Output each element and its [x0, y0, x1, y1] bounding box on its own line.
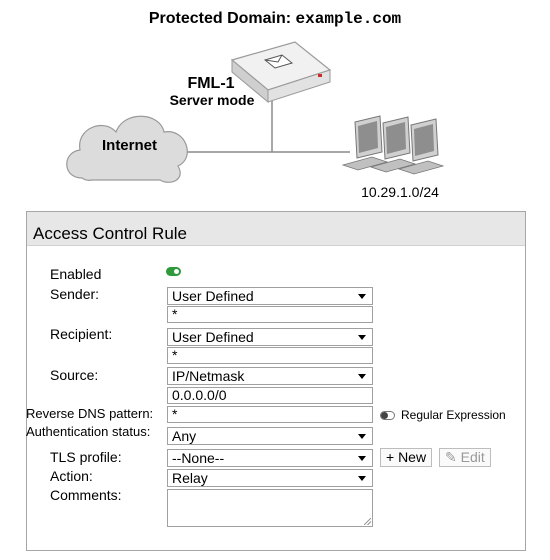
new-tls-button[interactable]: + New	[380, 448, 433, 467]
resize-handle-icon[interactable]	[364, 518, 371, 525]
reverse-dns-label: Reverse DNS pattern:	[26, 406, 154, 421]
enabled-toggle[interactable]	[166, 267, 181, 276]
source-ip-input[interactable]: 0.0.0.0/0	[167, 387, 373, 404]
device-mode: Server mode	[169, 92, 255, 108]
device-name: FML-1	[187, 75, 235, 92]
chevron-down-icon	[358, 434, 366, 439]
recipient-type-value: User Defined	[172, 329, 254, 345]
panel-title: Access Control Rule	[33, 224, 188, 243]
chevron-down-icon	[358, 476, 366, 481]
action-label: Action:	[50, 468, 93, 484]
recipient-label: Recipient:	[50, 326, 113, 342]
regex-label: Regular Expression	[401, 408, 506, 422]
comments-textarea[interactable]	[167, 489, 373, 527]
sender-pattern-input[interactable]: *	[167, 306, 373, 323]
auth-status-select[interactable]: Any	[167, 427, 373, 445]
recipient-pattern-input[interactable]: *	[167, 347, 373, 364]
toggle-knob	[174, 269, 179, 274]
recipient-type-select[interactable]: User Defined	[167, 328, 373, 346]
sender-type-value: User Defined	[172, 288, 254, 304]
edit-label: Edit	[460, 449, 485, 465]
chevron-down-icon	[358, 335, 366, 340]
cloud-label: Internet	[101, 137, 157, 154]
sender-type-select[interactable]: User Defined	[167, 287, 373, 305]
reverse-dns-input[interactable]: *	[167, 406, 373, 423]
network-diagram	[66, 41, 445, 183]
subnet-label: 10.29.1.0/24	[361, 184, 439, 200]
chevron-down-icon	[358, 456, 366, 461]
action-select[interactable]: Relay	[167, 469, 373, 487]
edit-icon: ✎	[445, 449, 457, 465]
source-label: Source:	[50, 367, 99, 383]
auth-status-label: Authentication status:	[26, 424, 151, 439]
auth-status-value: Any	[172, 428, 197, 444]
chevron-down-icon	[358, 374, 366, 379]
comments-label: Comments:	[50, 487, 122, 503]
tls-profile-label: TLS profile:	[50, 449, 122, 465]
workstation-icon	[341, 115, 445, 175]
toggle-knob	[381, 412, 388, 419]
action-value: Relay	[172, 470, 208, 486]
regex-toggle[interactable]	[380, 411, 395, 420]
tls-profile-value: --None--	[172, 450, 225, 466]
enabled-label: Enabled	[50, 266, 102, 282]
edit-tls-button[interactable]: ✎ Edit	[439, 448, 491, 467]
tls-profile-select[interactable]: --None--	[167, 449, 373, 467]
chevron-down-icon	[358, 294, 366, 299]
sender-label: Sender:	[50, 286, 100, 302]
source-type-select[interactable]: IP/Netmask	[167, 367, 373, 385]
source-type-value: IP/Netmask	[172, 368, 245, 384]
